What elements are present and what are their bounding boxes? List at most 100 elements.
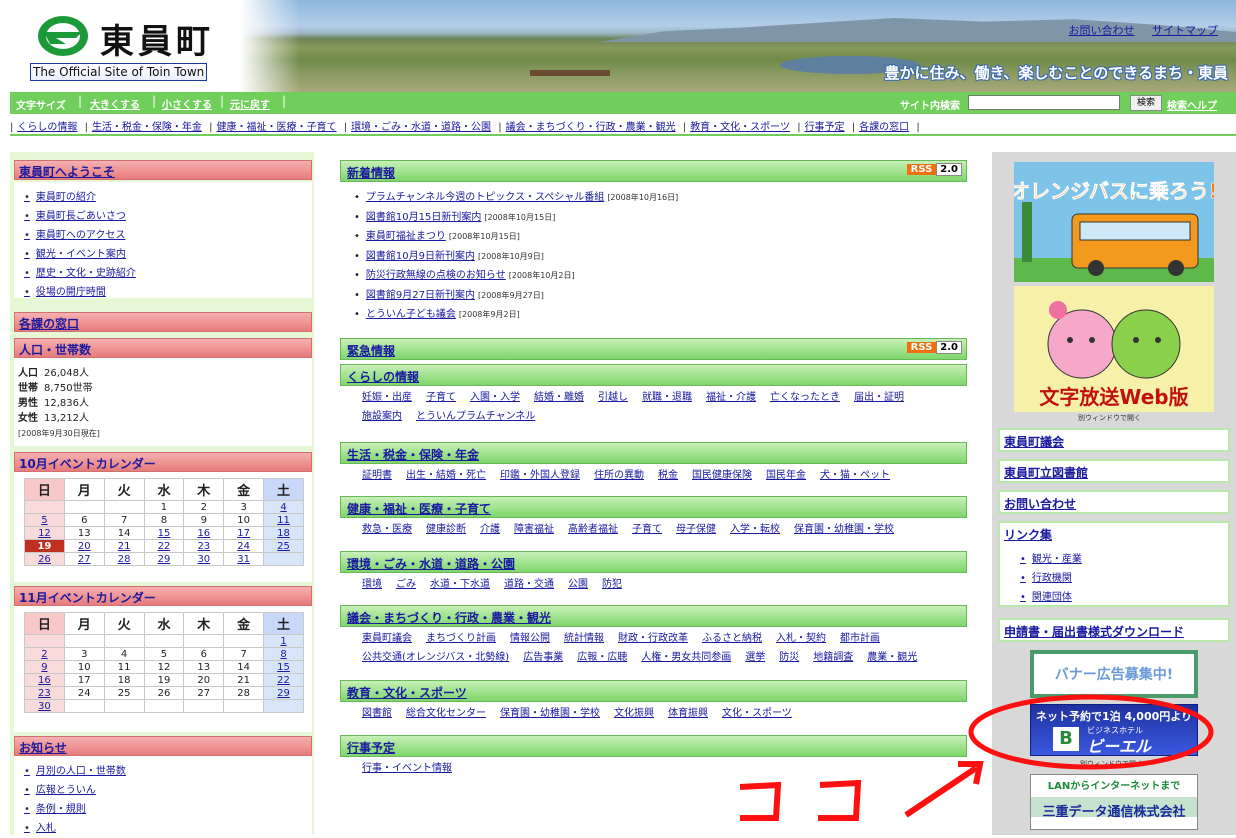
section-link[interactable]: 広報・広聴 bbox=[577, 652, 627, 663]
enlarge-text-button[interactable]: 大きくする bbox=[90, 96, 140, 111]
list-item[interactable]: 条例・規則 bbox=[24, 800, 312, 819]
links-title[interactable]: リンク集 bbox=[1000, 523, 1228, 546]
calendar-day[interactable]: 4 bbox=[103, 647, 145, 661]
section-link[interactable]: 行事・イベント情報 bbox=[362, 763, 452, 774]
calendar-day[interactable]: 20 bbox=[183, 673, 225, 687]
calendar-day[interactable]: 10 bbox=[223, 513, 265, 527]
calendar-day[interactable]: 21 bbox=[223, 673, 265, 687]
calendar-day[interactable]: 24 bbox=[223, 539, 265, 553]
section-link[interactable]: 出生・結婚・死亡 bbox=[406, 470, 486, 481]
section-link[interactable]: 届出・証明 bbox=[854, 392, 904, 403]
calendar-day[interactable]: 10 bbox=[63, 660, 105, 674]
list-item[interactable]: 歴史・文化・史跡紹介 bbox=[24, 264, 312, 283]
section-link[interactable]: 国民健康保険 bbox=[692, 470, 752, 481]
calendar-day[interactable]: 18 bbox=[103, 673, 145, 687]
gikai-box[interactable]: 東員町議会 bbox=[998, 428, 1230, 452]
search-button[interactable]: 検索 bbox=[1130, 95, 1162, 111]
calendar-day[interactable]: 9 bbox=[183, 513, 225, 527]
notice-heading[interactable]: お知らせ bbox=[14, 736, 312, 756]
download-link[interactable]: 申請書・届出書様式ダウンロード bbox=[1000, 620, 1228, 643]
calendar-day[interactable]: 2 bbox=[183, 500, 225, 514]
section-link[interactable]: 地籍調査 bbox=[813, 652, 853, 663]
section-link[interactable]: 図書館 bbox=[362, 708, 392, 719]
section-link[interactable]: 証明書 bbox=[362, 470, 392, 481]
nav-kurashi[interactable]: くらしの情報 bbox=[17, 118, 77, 133]
section-link[interactable]: まちづくり計画 bbox=[426, 633, 496, 644]
nav-kyoiku[interactable]: 教育・文化・スポーツ bbox=[690, 118, 790, 133]
calendar-day[interactable]: 17 bbox=[63, 673, 105, 687]
section-link[interactable]: 選挙 bbox=[745, 652, 765, 663]
section-link[interactable]: 道路・交通 bbox=[504, 579, 554, 590]
list-item[interactable]: 観光・イベント案内 bbox=[24, 245, 312, 264]
calendar-day[interactable]: 28 bbox=[103, 552, 145, 566]
logo[interactable]: 東員町 The Official Site of Toin Town bbox=[0, 0, 250, 92]
nav-madoguchi[interactable]: 各課の窓口 bbox=[859, 118, 909, 133]
section-link[interactable]: ふるさと納税 bbox=[702, 633, 762, 644]
contact-box[interactable]: お問い合わせ bbox=[998, 490, 1230, 514]
nav-seikatsu[interactable]: 生活・税金・保険・年金 bbox=[92, 118, 202, 133]
calendar-day[interactable]: 22 bbox=[263, 673, 304, 687]
calendar-day[interactable]: 5 bbox=[143, 647, 185, 661]
calendar-day[interactable]: 7 bbox=[223, 647, 265, 661]
calendar-day[interactable]: 4 bbox=[263, 500, 304, 514]
calendar-day[interactable]: 13 bbox=[183, 660, 225, 674]
calendar-day[interactable]: 27 bbox=[63, 552, 105, 566]
contact-link[interactable]: お問い合わせ bbox=[1069, 24, 1135, 37]
section-link[interactable]: 財政・行政改革 bbox=[618, 633, 688, 644]
section-link[interactable]: 福祉・介護 bbox=[706, 392, 756, 403]
calendar-day[interactable]: 30 bbox=[183, 552, 225, 566]
calendar-day[interactable]: 27 bbox=[183, 686, 225, 700]
nav-gyoji[interactable]: 行事予定 bbox=[805, 118, 845, 133]
section-link[interactable]: 介護 bbox=[480, 524, 500, 535]
section-link[interactable]: 結婚・離婚 bbox=[534, 392, 584, 403]
site-search-input[interactable] bbox=[968, 95, 1120, 110]
calendar-day[interactable]: 18 bbox=[263, 526, 304, 540]
news-heading[interactable]: 新着情報 RSS 2.0 bbox=[340, 160, 967, 182]
list-item[interactable]: 月別の人口・世帯数 bbox=[24, 762, 312, 781]
calendar-day[interactable]: 24 bbox=[63, 686, 105, 700]
section-link[interactable]: 入園・入学 bbox=[470, 392, 520, 403]
calendar-day[interactable]: 3 bbox=[223, 500, 265, 514]
download-box[interactable]: 申請書・届出書様式ダウンロード bbox=[998, 618, 1230, 642]
section-link[interactable]: 妊娠・出産 bbox=[362, 392, 412, 403]
calendar-day[interactable]: 1 bbox=[263, 634, 304, 648]
section-link[interactable]: 情報公開 bbox=[510, 633, 550, 644]
calendar-day[interactable]: 19 bbox=[143, 673, 185, 687]
section-link[interactable]: 就職・退職 bbox=[642, 392, 692, 403]
rss-badge[interactable]: RSS 2.0 bbox=[906, 341, 962, 354]
calendar-day[interactable]: 14 bbox=[103, 526, 145, 540]
calendar-day[interactable]: 15 bbox=[263, 660, 304, 674]
calendar-day[interactable]: 30 bbox=[24, 699, 65, 713]
list-item[interactable]: 東員町へのアクセス bbox=[24, 226, 312, 245]
section-link[interactable]: 東員町議会 bbox=[362, 633, 412, 644]
section-link[interactable]: 体育振興 bbox=[668, 708, 708, 719]
calendar-day[interactable]: 8 bbox=[263, 647, 304, 661]
section-heading[interactable]: くらしの情報 bbox=[340, 364, 967, 386]
calendar-day[interactable]: 16 bbox=[24, 673, 65, 687]
section-link[interactable]: 施設案内 bbox=[362, 411, 402, 422]
calendar-day[interactable]: 21 bbox=[103, 539, 145, 553]
calendar-day[interactable]: 11 bbox=[103, 660, 145, 674]
section-link[interactable]: 保育園・幼稚園・学校 bbox=[500, 708, 600, 719]
section-link[interactable]: 子育て bbox=[632, 524, 662, 535]
shrink-text-button[interactable]: 小さくする bbox=[162, 96, 212, 111]
emergency-heading[interactable]: 緊急情報 RSS 2.0 bbox=[340, 338, 967, 360]
calendar-day[interactable]: 16 bbox=[183, 526, 225, 540]
calendar-day[interactable]: 26 bbox=[24, 552, 65, 566]
calendar-day[interactable]: 25 bbox=[263, 539, 304, 553]
news-title[interactable]: 新着情報 bbox=[347, 166, 395, 180]
list-item[interactable]: 入札 bbox=[24, 819, 312, 838]
section-link[interactable]: 犬・猫・ペット bbox=[820, 470, 890, 481]
calendar-day[interactable]: 3 bbox=[63, 647, 105, 661]
calendar-day[interactable]: 8 bbox=[143, 513, 185, 527]
nav-kankyo[interactable]: 環境・ごみ・水道・道路・公園 bbox=[351, 118, 491, 133]
calendar-day[interactable]: 5 bbox=[24, 513, 65, 527]
welcome-heading[interactable]: 東員町へようこそ bbox=[14, 160, 312, 180]
gikai-link[interactable]: 東員町議会 bbox=[1000, 430, 1228, 453]
section-link[interactable]: 文化振興 bbox=[614, 708, 654, 719]
section-link[interactable]: 総合文化センター bbox=[406, 708, 486, 719]
calendar-day[interactable]: 19 bbox=[24, 539, 65, 553]
section-heading[interactable]: 議会・まちづくり・行政・農業・観光 bbox=[340, 605, 967, 627]
section-link[interactable]: 子育て bbox=[426, 392, 456, 403]
list-item[interactable]: 観光・産業 bbox=[1020, 550, 1228, 569]
